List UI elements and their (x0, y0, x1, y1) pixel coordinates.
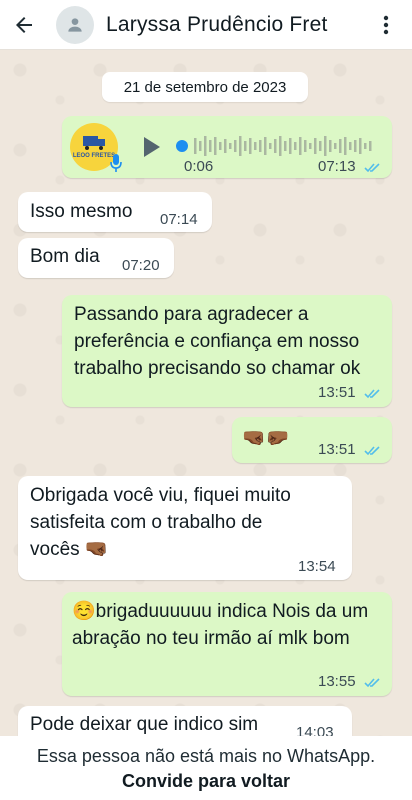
voice-duration: 0:06 (184, 158, 214, 175)
message-text: Pode deixar que indico sim (30, 714, 259, 735)
contact-avatar[interactable] (56, 5, 94, 44)
outgoing-message[interactable]: Passando para agradecer a preferência e … (62, 295, 392, 407)
message-time: 13:54 (298, 558, 336, 575)
contact-name[interactable]: Laryssa Prudêncio Fret (106, 13, 366, 37)
incoming-message[interactable]: Bom dia 07:20 (18, 238, 174, 278)
play-button[interactable] (138, 134, 164, 160)
back-button[interactable] (4, 0, 44, 50)
chat-footer: Essa pessoa não está mais no WhatsApp. C… (0, 736, 412, 800)
voice-message-bubble[interactable]: LEOO FRETES 0:06 07:13 (62, 116, 392, 178)
message-text: Isso mesmo (30, 201, 133, 222)
outgoing-message[interactable]: 🤜🏾🤛🏾 13:51 (232, 417, 392, 463)
unavailable-notice: Essa pessoa não está mais no WhatsApp. (36, 746, 376, 766)
mic-icon (110, 154, 122, 172)
message-text: 🤜🏾🤛🏾 (242, 428, 290, 449)
message-time: 07:14 (160, 211, 198, 228)
message-text: ☺️brigaduuuuuu indica Nois da um abração… (72, 601, 369, 649)
message-text: Bom dia (30, 246, 100, 267)
person-icon (68, 17, 82, 32)
message-time: 14:03 (296, 724, 334, 736)
message-time: 13:51 (318, 384, 356, 401)
audio-waveform[interactable] (174, 132, 384, 160)
message-time: 13:51 (318, 441, 356, 458)
play-icon (144, 137, 160, 157)
incoming-message[interactable]: Pode deixar que indico sim 14:03 (18, 706, 352, 736)
message-text: Obrigada você viu, fiquei muito satisfei… (30, 485, 291, 560)
double-check-icon (364, 446, 380, 456)
message-time: 07:20 (122, 257, 160, 274)
message-time: 07:13 (318, 158, 356, 175)
double-check-icon (364, 678, 380, 688)
double-check-icon (364, 389, 380, 399)
message-text: Passando para agradecer a preferência e … (74, 304, 361, 379)
date-separator: 21 de setembro de 2023 (102, 72, 308, 102)
arrow-left-icon (16, 16, 32, 33)
message-time: 13:55 (318, 673, 356, 690)
more-options-button[interactable] (374, 12, 398, 38)
chat-header: Laryssa Prudêncio Fret (0, 0, 412, 50)
outgoing-message[interactable]: ☺️brigaduuuuuu indica Nois da um abração… (62, 592, 392, 696)
incoming-message[interactable]: Isso mesmo 07:14 (18, 192, 212, 232)
incoming-message[interactable]: Obrigada você viu, fiquei muito satisfei… (18, 476, 352, 580)
invite-back-link[interactable]: Convide para voltar (122, 771, 290, 792)
more-vertical-icon (383, 15, 389, 35)
chat-area[interactable]: 21 de setembro de 2023 LEOO FRETES 0:06 … (0, 50, 412, 736)
double-check-icon (364, 163, 380, 173)
